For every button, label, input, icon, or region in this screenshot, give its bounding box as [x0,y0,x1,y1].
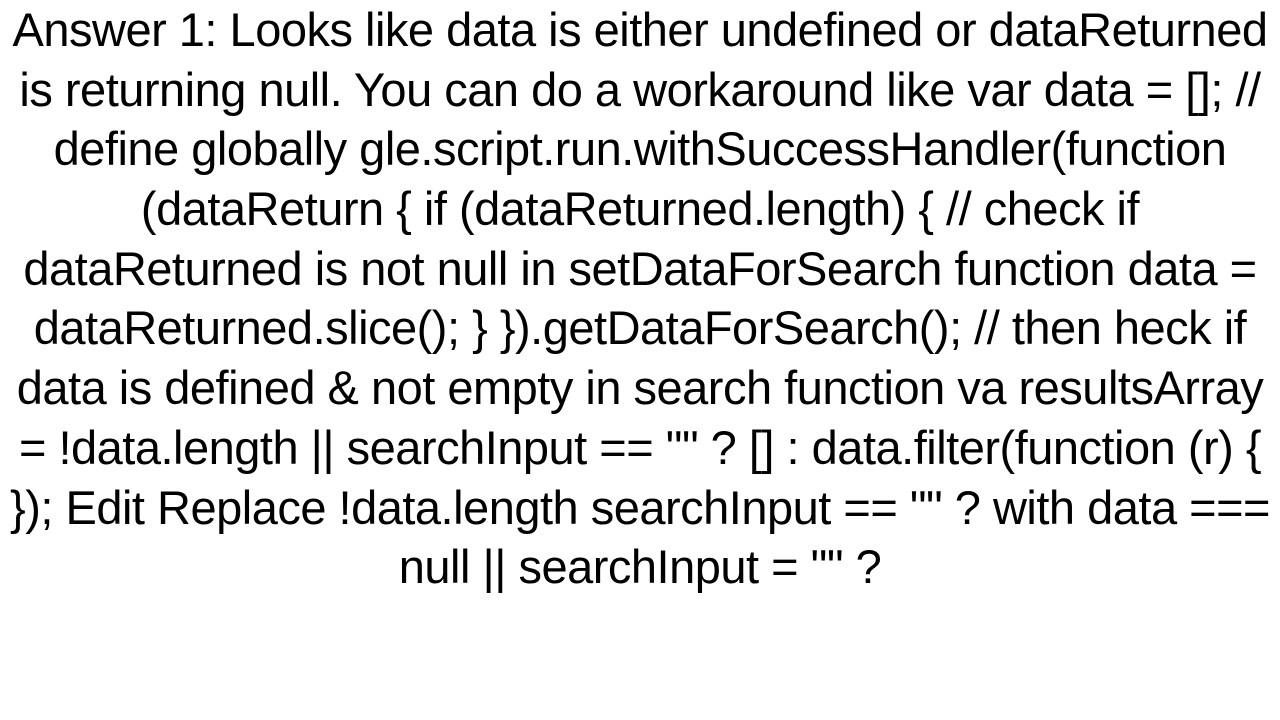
answer-body: Answer 1: Looks like data is either unde… [10,3,1270,593]
answer-text-block: Answer 1: Looks like data is either unde… [0,0,1280,720]
